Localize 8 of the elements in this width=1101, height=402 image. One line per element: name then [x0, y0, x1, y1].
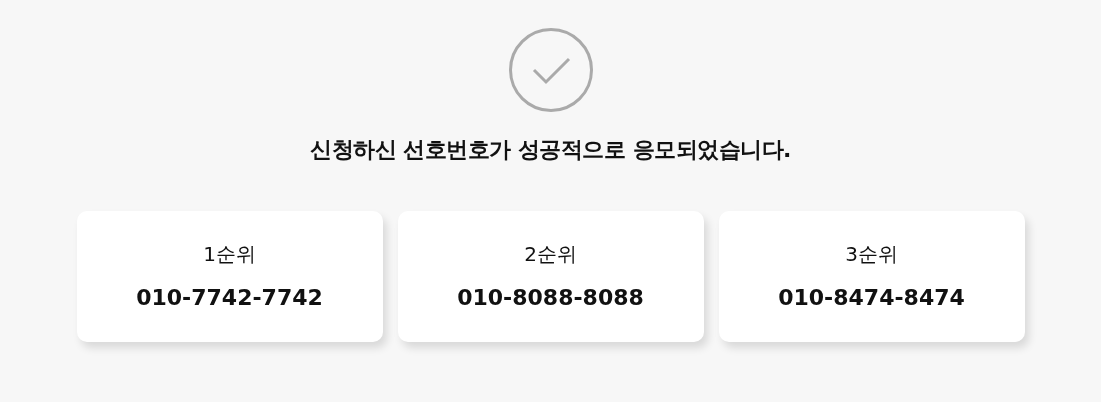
phone-number: 010-8088-8088	[457, 284, 644, 312]
rank-label: 3순위	[845, 241, 898, 268]
check-circle-icon	[508, 28, 593, 112]
success-message: 신청하신 선호번호가 성공적으로 응모되었습니다.	[310, 136, 791, 164]
rank-label: 2순위	[524, 241, 577, 268]
phone-number: 010-8474-8474	[778, 284, 965, 312]
rank-label: 1순위	[203, 241, 256, 268]
phone-number: 010-7742-7742	[136, 284, 323, 312]
